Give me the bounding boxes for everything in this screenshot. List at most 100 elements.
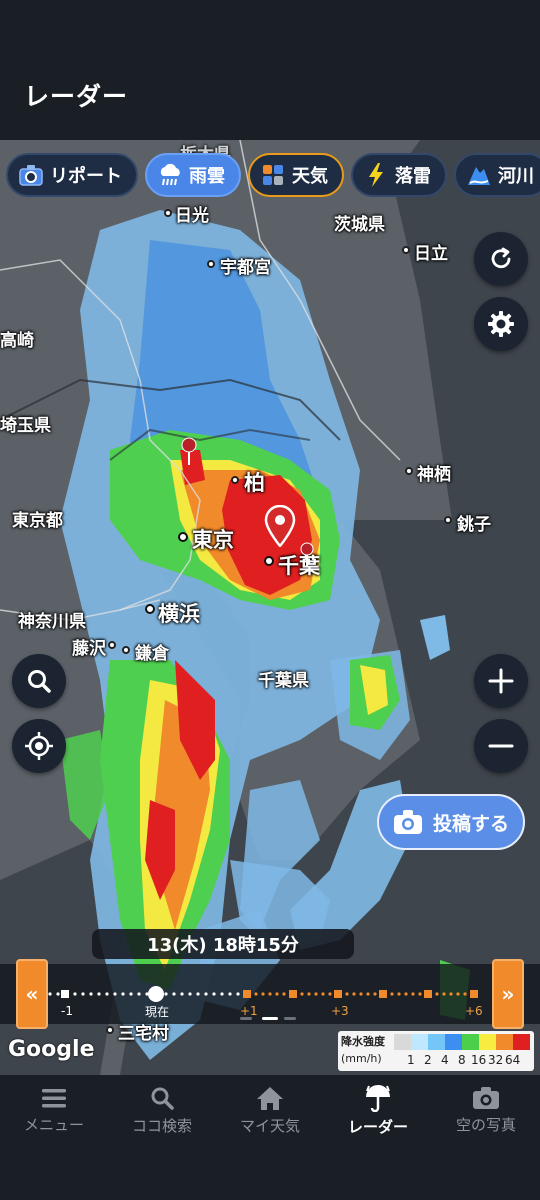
map-pin-icon[interactable] (180, 436, 198, 466)
refresh-icon (491, 247, 511, 269)
gear-icon (488, 311, 514, 337)
layer-chip-lightning[interactable]: 落雷 (351, 153, 447, 197)
menu-icon (42, 1088, 66, 1107)
layer-chip-rain[interactable]: 雨雲 (145, 153, 241, 197)
layer-chip-weather[interactable]: 天気 (248, 153, 344, 197)
nav-sky-photo[interactable]: 空の写真 (432, 1075, 540, 1145)
settings-button[interactable] (474, 297, 528, 351)
post-button-label: 投稿する (432, 812, 509, 835)
place-tokyo: 東京 (192, 528, 234, 552)
zoom-in-button[interactable] (474, 654, 528, 708)
place-takasaki: 高崎 (0, 331, 34, 351)
place-ibaraki-pref: 茨城県 (334, 215, 385, 235)
double-left-icon: « (25, 982, 39, 1006)
place-kashiwa: 柏 (244, 471, 265, 495)
nav-my-weather[interactable]: マイ天気 (216, 1075, 324, 1145)
layer-chip-report[interactable]: リポート (6, 153, 138, 197)
legend-swatch (394, 1034, 411, 1050)
timeline-bar[interactable] (0, 964, 540, 1024)
post-photo-button[interactable]: 投稿する (377, 794, 525, 850)
place-dot (207, 260, 215, 268)
bottom-nav: メニュー ココ検索 マイ天気 レーダー 空の写真 (0, 1075, 540, 1200)
plus-icon (488, 668, 514, 694)
timeline-rewind-button[interactable]: « (16, 959, 48, 1029)
place-dot (106, 1026, 114, 1034)
timeline-forward-button[interactable]: » (492, 959, 524, 1029)
place-dot (264, 556, 274, 566)
place-dot (405, 467, 413, 475)
layer-chip-label: 雨雲 (189, 166, 225, 187)
nav-label: メニュー (23, 1115, 84, 1134)
place-utsunomiya: 宇都宮 (220, 258, 271, 278)
map-pin-icon[interactable] (299, 541, 315, 567)
legend-value: 16 (471, 1053, 487, 1067)
zoom-out-button[interactable] (474, 719, 528, 773)
minus-icon (488, 744, 514, 748)
legend-value: 64 (505, 1053, 521, 1067)
nav-label: ココ検索 (131, 1116, 192, 1135)
legend-title: 降水強度 (mm/h) (341, 1035, 385, 1065)
home-icon (257, 1086, 283, 1110)
status-bar (0, 0, 540, 50)
place-kamisu: 神栖 (417, 465, 451, 485)
search-icon (28, 670, 51, 693)
weather-grid-icon (260, 162, 286, 188)
search-button[interactable] (12, 654, 66, 708)
legend-swatch (462, 1034, 479, 1050)
current-time-label: 13(木) 18時15分 (92, 929, 354, 959)
google-logo: Google (8, 1037, 95, 1062)
legend-value: 4 (441, 1053, 449, 1067)
legend-swatch (479, 1034, 496, 1050)
place-dot (402, 246, 410, 254)
place-chiba-pref: 千葉県 (258, 671, 309, 691)
timeline-label-plus3: +3 (331, 1004, 349, 1018)
app-root: レーダー リポート 雨雲 天気 落雷 河川 日光 宇都宮 茨城県 日立 高崎 埼… (0, 0, 540, 1200)
timeline-label-now: 現在 (145, 1005, 170, 1019)
refresh-button[interactable] (474, 232, 528, 286)
legend-swatch (411, 1034, 428, 1050)
place-nikko: 日光 (175, 206, 209, 226)
header: レーダー (0, 50, 540, 140)
legend-swatch (445, 1034, 462, 1050)
my-location-button[interactable] (12, 719, 66, 773)
layer-chip-label: 落雷 (395, 166, 431, 187)
legend-value: 1 (407, 1053, 415, 1067)
place-dot (178, 532, 188, 542)
legend-swatch (428, 1034, 445, 1050)
page-title: レーダー (24, 82, 129, 111)
layer-selector: リポート 雨雲 天気 落雷 河川 (6, 153, 540, 199)
camera-icon (393, 810, 422, 834)
place-yokohama: 横浜 (158, 602, 200, 626)
current-location-pin-icon[interactable] (264, 505, 296, 547)
nav-radar[interactable]: レーダー (324, 1075, 432, 1145)
nav-search[interactable]: ココ検索 (108, 1075, 216, 1145)
layer-chip-river[interactable]: 河川 (454, 153, 540, 197)
place-dot (145, 604, 155, 614)
legend-swatch (496, 1034, 513, 1050)
place-choshi: 銚子 (457, 515, 491, 535)
nav-label: レーダー (347, 1117, 408, 1136)
camera-icon (473, 1086, 499, 1109)
river-icon (466, 162, 492, 188)
timeline-track (38, 986, 478, 1020)
timeline-label-plus1: +1 (240, 1004, 258, 1018)
timeline-label-minus1: -1 (61, 1004, 73, 1018)
rain-cloud-icon (157, 162, 183, 188)
place-dot (164, 209, 172, 217)
legend-value: 2 (424, 1053, 432, 1067)
camera-icon (18, 162, 44, 188)
place-kamakura: 鎌倉 (135, 644, 169, 664)
place-hitachi: 日立 (414, 244, 448, 264)
nav-menu[interactable]: メニュー (0, 1075, 108, 1145)
place-dot (108, 641, 116, 649)
place-kanagawa-pref: 神奈川県 (18, 612, 86, 632)
layer-chip-label: 河川 (498, 166, 534, 187)
place-fujisawa: 藤沢 (72, 639, 106, 659)
radar-umbrella-icon (366, 1084, 390, 1112)
legend-value: 32 (488, 1053, 504, 1067)
nav-label: 空の写真 (455, 1115, 516, 1134)
place-saitama-pref: 埼玉県 (0, 416, 51, 436)
crosshair-icon (25, 732, 53, 760)
place-dot (444, 516, 452, 524)
lightning-icon (363, 162, 389, 188)
